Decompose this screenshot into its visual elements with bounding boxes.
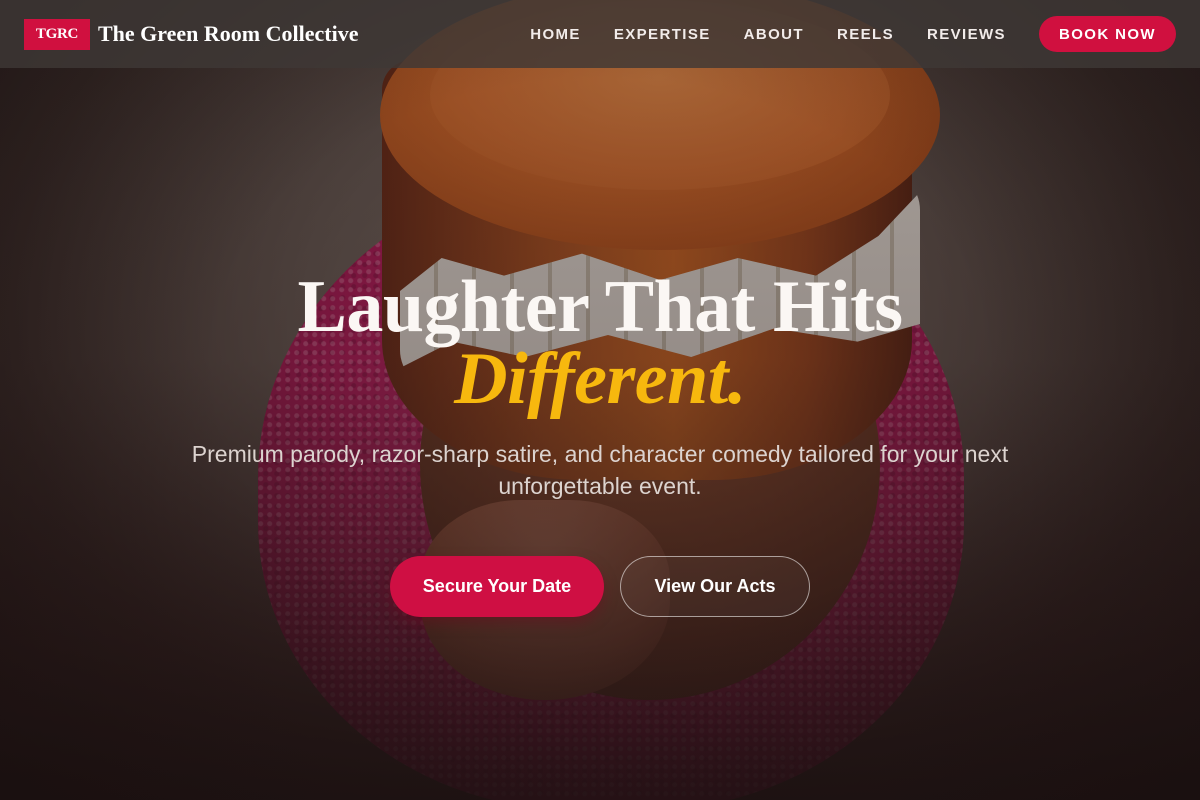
top-navbar: TGRC The Green Room Collective HOME EXPE… xyxy=(0,0,1200,68)
nav-link-about[interactable]: ABOUT xyxy=(744,26,804,43)
secure-your-date-button[interactable]: Secure Your Date xyxy=(390,556,604,617)
brand-logo[interactable]: TGRC The Green Room Collective xyxy=(24,18,359,50)
view-our-acts-button[interactable]: View Our Acts xyxy=(620,556,810,617)
nav-link-reels[interactable]: REELS xyxy=(837,26,894,43)
brand-name: The Green Room Collective xyxy=(98,21,359,46)
nav-link-expertise[interactable]: EXPERTISE xyxy=(614,26,711,43)
hero-title-accent: Different. xyxy=(454,338,746,420)
hero-actions: Secure Your Date View Our Acts xyxy=(0,556,1200,617)
hero-subtitle: Premium parody, razor-sharp satire, and … xyxy=(191,441,1009,499)
hero-title: Laughter That Hits Different. xyxy=(0,270,1200,416)
nav-links: HOME EXPERTISE ABOUT REELS REVIEWS BOOK … xyxy=(497,16,1176,52)
nav-link-home[interactable]: HOME xyxy=(530,26,581,43)
book-now-button[interactable]: BOOK NOW xyxy=(1038,16,1176,52)
hero-title-line: Laughter That Hits xyxy=(297,266,903,348)
brand-badge: TGRC xyxy=(24,18,90,50)
hero-section: Laughter That Hits Different. Premium pa… xyxy=(0,270,1200,617)
nav-link-reviews[interactable]: REVIEWS xyxy=(927,26,1006,43)
